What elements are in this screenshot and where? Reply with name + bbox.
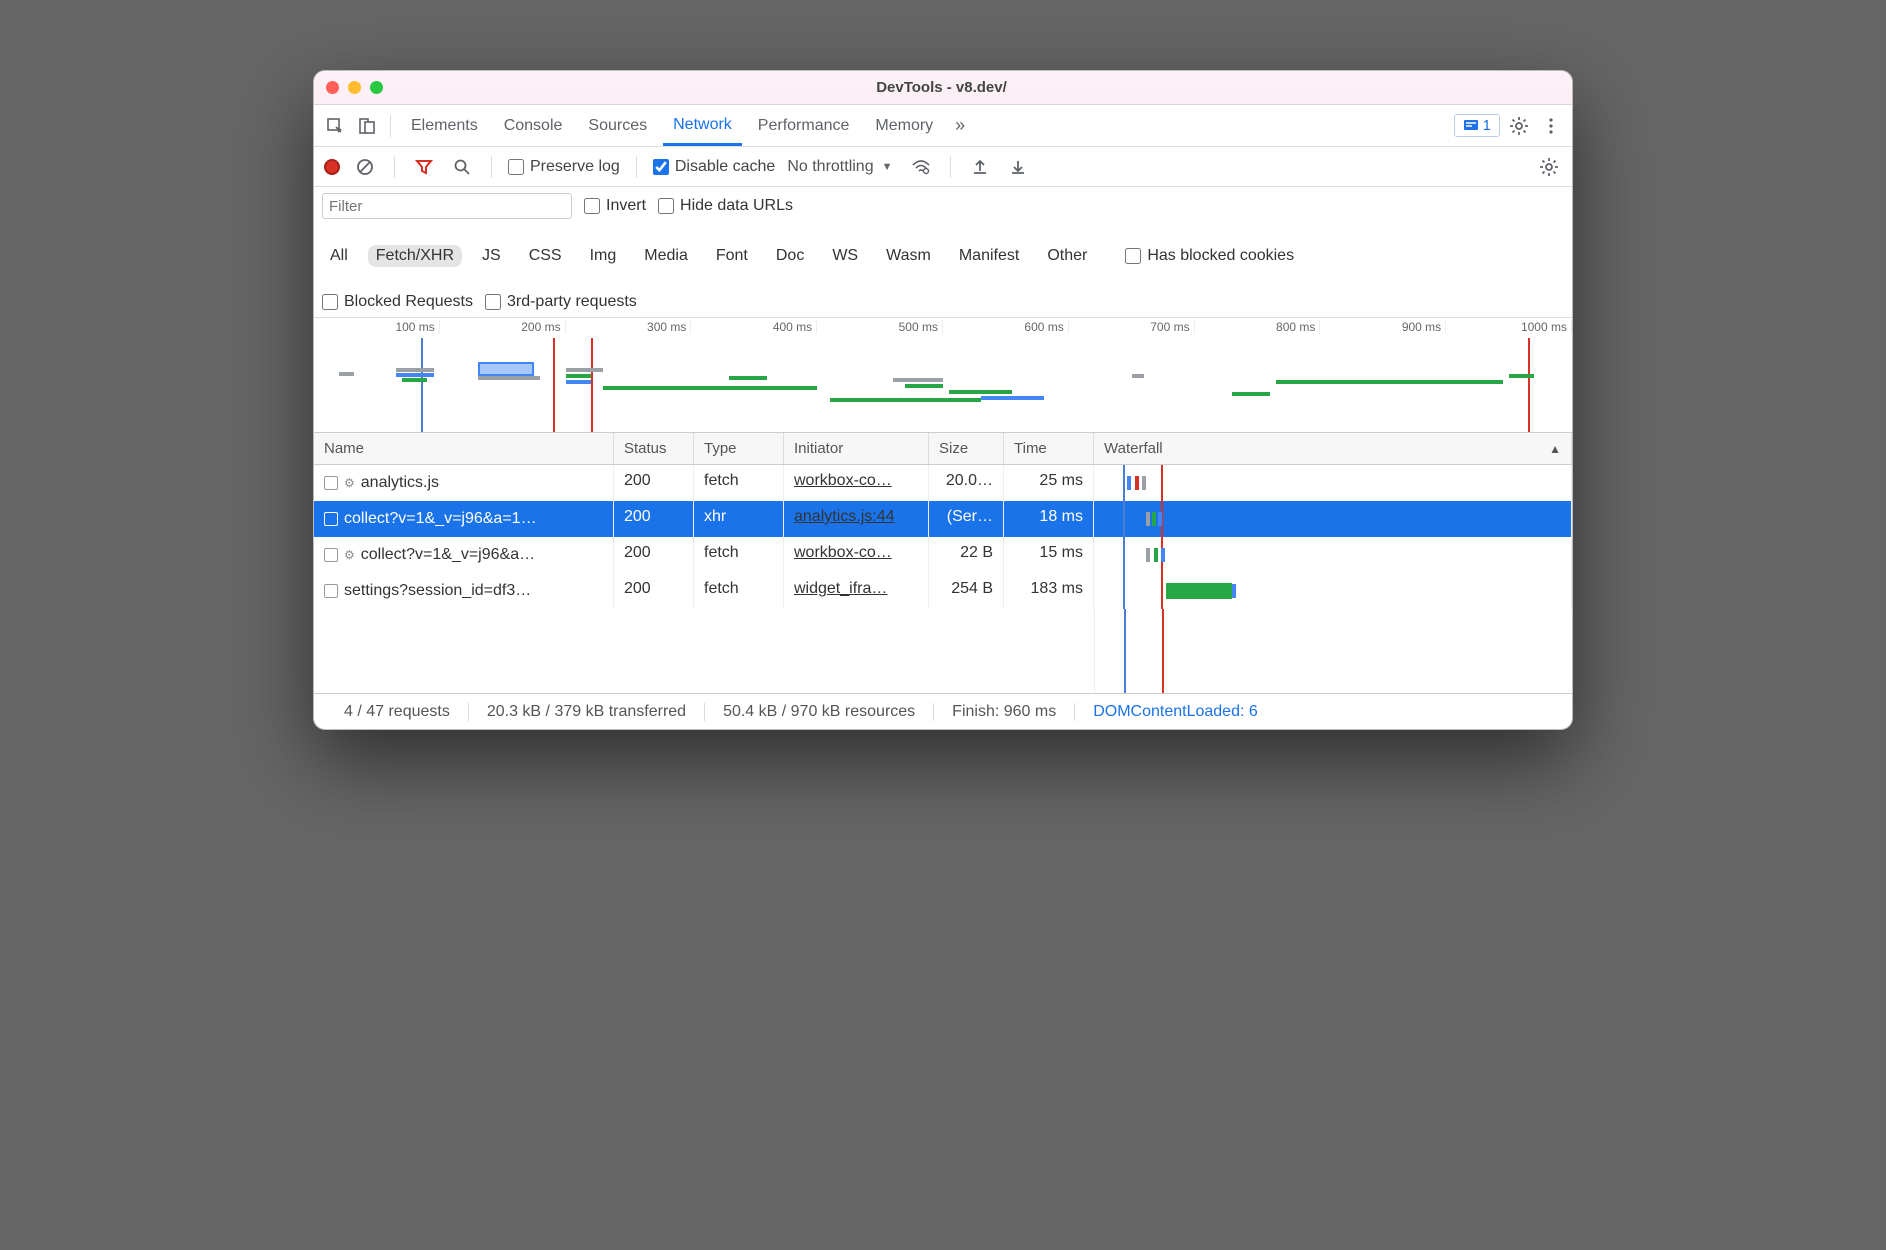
network-toolbar: Preserve log Disable cache No throttling… bbox=[314, 147, 1572, 187]
col-initiator[interactable]: Initiator bbox=[784, 433, 929, 464]
panel-settings-icon[interactable] bbox=[1536, 154, 1562, 180]
throttling-select[interactable]: No throttling ▼ bbox=[787, 158, 896, 176]
more-menu-icon[interactable] bbox=[1538, 113, 1564, 139]
initiator-link[interactable]: analytics.js:44 bbox=[794, 508, 895, 525]
has-blocked-cookies-checkbox[interactable]: Has blocked cookies bbox=[1125, 247, 1294, 265]
type-manifest[interactable]: Manifest bbox=[951, 245, 1027, 267]
row-checkbox[interactable] bbox=[324, 584, 338, 598]
main-toolbar: Elements Console Sources Network Perform… bbox=[314, 105, 1572, 147]
request-table: ⚙analytics.js 200 fetch workbox-co… 20.0… bbox=[314, 465, 1572, 693]
type-js[interactable]: JS bbox=[474, 245, 509, 267]
status-bar: 4 / 47 requests 20.3 kB / 379 kB transfe… bbox=[314, 693, 1572, 729]
tab-elements[interactable]: Elements bbox=[401, 108, 488, 144]
titlebar: DevTools - v8.dev/ bbox=[314, 71, 1572, 105]
maximize-window-button[interactable] bbox=[370, 81, 383, 94]
type-wasm[interactable]: Wasm bbox=[878, 245, 939, 267]
device-mode-icon[interactable] bbox=[354, 113, 380, 139]
row-checkbox[interactable] bbox=[324, 548, 338, 562]
stat-resources: 50.4 kB / 970 kB resources bbox=[705, 703, 934, 721]
waterfall-cell bbox=[1094, 501, 1572, 537]
more-tabs-button[interactable]: » bbox=[949, 115, 971, 136]
tab-sources[interactable]: Sources bbox=[578, 108, 657, 144]
table-row[interactable]: ⚙analytics.js 200 fetch workbox-co… 20.0… bbox=[314, 465, 1572, 501]
type-img[interactable]: Img bbox=[582, 245, 625, 267]
type-other[interactable]: Other bbox=[1039, 245, 1095, 267]
initiator-link[interactable]: widget_ifra… bbox=[794, 580, 887, 597]
col-time[interactable]: Time bbox=[1004, 433, 1094, 464]
disable-cache-checkbox[interactable]: Disable cache bbox=[653, 158, 776, 176]
upload-icon[interactable] bbox=[967, 154, 993, 180]
waterfall-cell bbox=[1094, 537, 1572, 573]
issues-icon bbox=[1463, 119, 1479, 133]
filter-row: Invert Hide data URLs All Fetch/XHR JS C… bbox=[314, 187, 1572, 318]
waterfall-cell bbox=[1094, 573, 1572, 609]
traffic-lights bbox=[326, 81, 383, 94]
type-fetch-xhr[interactable]: Fetch/XHR bbox=[368, 245, 462, 267]
window-title: DevTools - v8.dev/ bbox=[383, 79, 1500, 96]
tab-console[interactable]: Console bbox=[494, 108, 573, 144]
col-name[interactable]: Name bbox=[314, 433, 614, 464]
table-header: Name Status Type Initiator Size Time Wat… bbox=[314, 433, 1572, 465]
table-row[interactable]: ⚙collect?v=1&_v=j96&a… 200 fetch workbox… bbox=[314, 537, 1572, 573]
issues-button[interactable]: 1 bbox=[1454, 114, 1500, 137]
tab-performance[interactable]: Performance bbox=[748, 108, 860, 144]
chevron-down-icon: ▼ bbox=[878, 161, 897, 173]
blocked-requests-checkbox[interactable]: Blocked Requests bbox=[322, 293, 473, 311]
issues-count: 1 bbox=[1483, 117, 1491, 134]
tab-network[interactable]: Network bbox=[663, 107, 742, 146]
initiator-link[interactable]: workbox-co… bbox=[794, 472, 892, 489]
type-font[interactable]: Font bbox=[708, 245, 756, 267]
stat-dcl: DOMContentLoaded: 6 bbox=[1075, 703, 1276, 721]
row-checkbox[interactable] bbox=[324, 512, 338, 526]
third-party-checkbox[interactable]: 3rd-party requests bbox=[485, 293, 637, 311]
hide-data-urls-checkbox[interactable]: Hide data URLs bbox=[658, 197, 793, 215]
invert-checkbox[interactable]: Invert bbox=[584, 197, 646, 215]
filter-toggle-icon[interactable] bbox=[411, 154, 437, 180]
type-css[interactable]: CSS bbox=[521, 245, 570, 267]
clear-icon bbox=[356, 158, 374, 176]
search-icon[interactable] bbox=[449, 154, 475, 180]
close-window-button[interactable] bbox=[326, 81, 339, 94]
overview-timeline[interactable]: 100 ms 200 ms 300 ms 400 ms 500 ms 600 m… bbox=[314, 318, 1572, 433]
minimize-window-button[interactable] bbox=[348, 81, 361, 94]
table-row[interactable]: settings?session_id=df3… 200 fetch widge… bbox=[314, 573, 1572, 609]
type-all[interactable]: All bbox=[322, 245, 356, 267]
col-waterfall[interactable]: Waterfall ▲ bbox=[1094, 433, 1572, 464]
gear-icon: ⚙ bbox=[344, 476, 355, 490]
record-button[interactable] bbox=[324, 159, 340, 175]
type-doc[interactable]: Doc bbox=[768, 245, 812, 267]
col-size[interactable]: Size bbox=[929, 433, 1004, 464]
sort-arrow-icon: ▲ bbox=[1549, 442, 1561, 456]
settings-icon[interactable] bbox=[1506, 113, 1532, 139]
type-filters: All Fetch/XHR JS CSS Img Media Font Doc … bbox=[322, 243, 1294, 269]
type-media[interactable]: Media bbox=[636, 245, 696, 267]
tab-memory[interactable]: Memory bbox=[865, 108, 943, 144]
stat-finish: Finish: 960 ms bbox=[934, 703, 1075, 721]
filter-input[interactable] bbox=[322, 193, 572, 219]
col-type[interactable]: Type bbox=[694, 433, 784, 464]
waterfall-cell bbox=[1094, 465, 1572, 501]
row-checkbox[interactable] bbox=[324, 476, 338, 490]
devtools-window: DevTools - v8.dev/ Elements Console Sour… bbox=[313, 70, 1573, 730]
stat-requests: 4 / 47 requests bbox=[326, 703, 469, 721]
gear-icon: ⚙ bbox=[344, 548, 355, 562]
overview-chart bbox=[314, 338, 1572, 432]
clear-button[interactable] bbox=[352, 154, 378, 180]
type-ws[interactable]: WS bbox=[824, 245, 866, 267]
stat-transferred: 20.3 kB / 379 kB transferred bbox=[469, 703, 705, 721]
col-status[interactable]: Status bbox=[614, 433, 694, 464]
table-row[interactable]: collect?v=1&_v=j96&a=1… 200 xhr analytic… bbox=[314, 501, 1572, 537]
initiator-link[interactable]: workbox-co… bbox=[794, 544, 892, 561]
inspect-element-icon[interactable] bbox=[322, 113, 348, 139]
download-icon[interactable] bbox=[1005, 154, 1031, 180]
preserve-log-checkbox[interactable]: Preserve log bbox=[508, 158, 620, 176]
network-conditions-icon[interactable] bbox=[908, 154, 934, 180]
